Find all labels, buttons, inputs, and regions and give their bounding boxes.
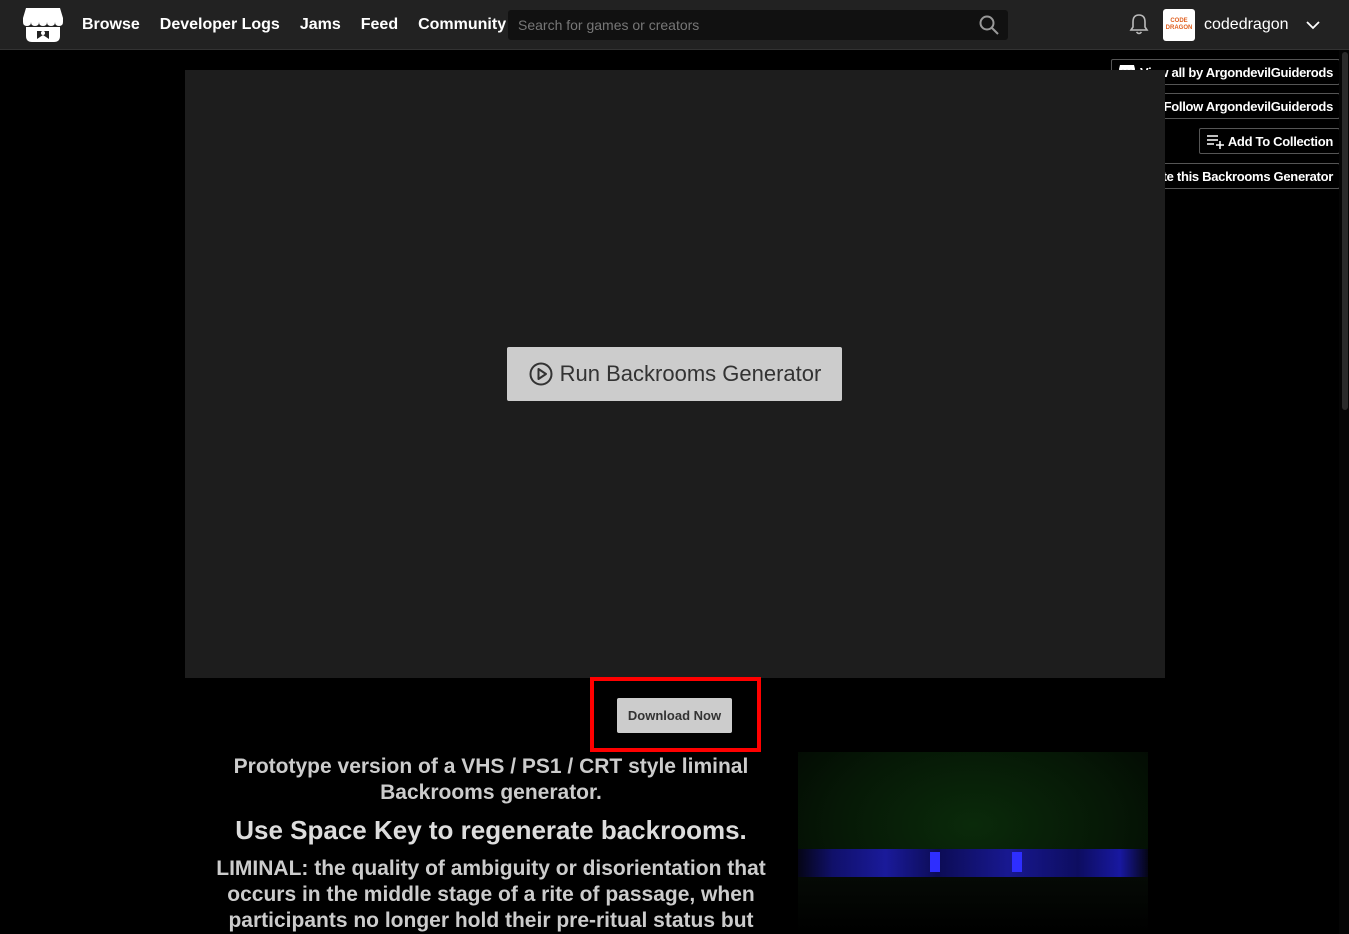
bell-icon[interactable]	[1128, 12, 1150, 36]
run-game-label: Run Backrooms Generator	[559, 361, 822, 386]
follow-label: Follow ArgondevilGuiderods	[1163, 98, 1334, 114]
screenshot-light	[1012, 852, 1022, 872]
search-icon[interactable]	[978, 14, 1000, 36]
itchio-logo-icon[interactable]	[22, 6, 64, 44]
user-menu[interactable]: CODE DRAGON codedragon	[1163, 8, 1321, 42]
search-box	[508, 10, 1008, 40]
description-instruction: Use Space Key to regenerate backrooms.	[235, 815, 747, 845]
nav-feed[interactable]: Feed	[361, 16, 398, 34]
description-definition: LIMINAL: the quality of ambiguity or dis…	[216, 857, 766, 932]
game-screenshot[interactable]	[798, 752, 1148, 934]
chevron-down-icon	[1305, 21, 1320, 30]
screenshot-light-band	[798, 849, 1148, 877]
game-frame: Run Backrooms Generator	[185, 70, 1165, 678]
avatar-text: CODE DRAGON	[1165, 18, 1193, 31]
main-nav: Browse Developer Logs Jams Feed Communit…	[82, 0, 506, 50]
screenshot-light	[930, 852, 940, 872]
nav-browse[interactable]: Browse	[82, 16, 140, 34]
run-game-button[interactable]: Run Backrooms Generator	[507, 347, 842, 401]
add-to-collection-label: Add To Collection	[1227, 133, 1333, 149]
play-circle-icon	[529, 362, 553, 386]
game-description: Prototype version of a VHS / PS1 / CRT s…	[200, 752, 782, 934]
add-list-icon	[1206, 135, 1224, 149]
follow-creator-button[interactable]: Follow ArgondevilGuiderods	[1134, 93, 1340, 119]
avatar: CODE DRAGON	[1163, 9, 1195, 41]
scrollbar-thumb[interactable]	[1342, 52, 1348, 410]
nav-community[interactable]: Community	[418, 16, 506, 34]
search-input[interactable]	[508, 10, 968, 40]
add-to-collection-button[interactable]: Add To Collection	[1198, 128, 1340, 154]
download-now-button[interactable]: Download Now	[617, 698, 732, 733]
top-bar: Browse Developer Logs Jams Feed Communit…	[0, 0, 1349, 50]
description-intro: Prototype version of a VHS / PS1 / CRT s…	[233, 755, 749, 804]
rate-label: Rate this Backrooms Generator	[1146, 168, 1334, 184]
screenshot-floor	[798, 877, 1148, 934]
nav-jams[interactable]: Jams	[300, 16, 341, 34]
view-all-label: View all by ArgondevilGuiderods	[1140, 64, 1333, 80]
nav-developer-logs[interactable]: Developer Logs	[160, 16, 280, 34]
username: codedragon	[1204, 16, 1289, 33]
